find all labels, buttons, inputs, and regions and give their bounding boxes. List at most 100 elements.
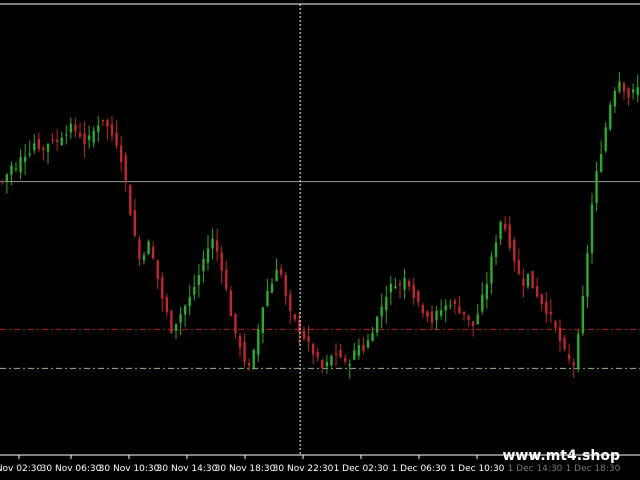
bull-candle — [444, 305, 447, 311]
bull-candle — [357, 345, 361, 356]
bull-candle — [490, 256, 493, 284]
bull-candle — [499, 221, 502, 239]
bear-candle — [417, 290, 420, 302]
bear-candle — [554, 321, 557, 328]
bull-candle — [33, 143, 36, 151]
bear-candle — [1, 181, 4, 183]
bear-candle — [540, 294, 543, 305]
bear-candle — [508, 224, 511, 248]
bull-candle — [609, 104, 612, 130]
bull-candle — [257, 329, 260, 355]
bear-candle — [362, 344, 365, 351]
bull-candle — [636, 87, 639, 95]
bear-candle — [83, 132, 86, 145]
bull-candle — [366, 340, 370, 348]
bull-candle — [92, 130, 95, 143]
bear-candle — [284, 275, 287, 297]
bear-candle — [138, 239, 141, 260]
bull-candle — [590, 204, 594, 254]
bear-candle — [110, 124, 114, 136]
bull-candle — [439, 310, 443, 316]
bull-candle — [581, 295, 585, 334]
bull-candle — [46, 143, 50, 152]
bull-candle — [435, 310, 438, 321]
price-chart[interactable]: Nov 02:3030 Nov 06:3030 Nov 10:3030 Nov … — [0, 0, 640, 480]
bear-candle — [42, 147, 45, 151]
bear-candle — [238, 335, 242, 348]
bear-candle — [225, 269, 228, 290]
time-axis-label: 30 Nov 14:30 — [157, 464, 218, 474]
bull-candle — [476, 314, 479, 324]
bear-candle — [471, 321, 475, 326]
bull-candle — [87, 135, 91, 140]
bull-candle — [613, 90, 617, 107]
bull-candle — [142, 255, 146, 261]
bull-candle — [389, 283, 393, 293]
bear-candle — [74, 124, 77, 132]
bull-candle — [586, 252, 589, 297]
bull-candle — [19, 156, 22, 173]
bear-candle — [165, 297, 169, 313]
bear-candle — [229, 290, 233, 317]
bull-candle — [14, 168, 18, 170]
bull-candle — [270, 283, 274, 293]
bull-candle — [353, 350, 356, 360]
bull-candle — [69, 123, 73, 133]
bear-candle — [156, 260, 159, 280]
bear-candle — [343, 357, 347, 362]
watermark-text: www.mt4.shop — [502, 448, 620, 464]
bear-candle — [51, 139, 54, 141]
bear-candle — [467, 315, 470, 320]
bear-candle — [567, 354, 571, 360]
bear-candle — [517, 260, 521, 274]
bull-candle — [28, 153, 31, 155]
bear-candle — [462, 311, 466, 315]
bear-candle — [398, 283, 402, 286]
bear-candle — [426, 311, 429, 317]
time-axis-label: 30 Nov 10:30 — [99, 464, 160, 474]
bull-candle — [631, 89, 635, 93]
bear-candle — [101, 119, 105, 122]
bull-candle — [371, 333, 374, 342]
bull-candle — [5, 174, 9, 182]
bull-candle — [179, 314, 182, 323]
bull-candle — [211, 238, 214, 249]
bull-candle — [252, 349, 255, 368]
bull-candle — [65, 134, 68, 136]
bear-candle — [311, 344, 315, 355]
bear-candle — [412, 284, 415, 298]
bear-candle — [289, 294, 292, 311]
bear-candle — [321, 360, 324, 368]
bull-candle — [599, 154, 603, 172]
bull-candle — [97, 125, 100, 132]
bear-candle — [115, 132, 118, 146]
bear-candle — [513, 240, 516, 262]
bull-candle — [595, 171, 598, 204]
bear-candle — [302, 330, 306, 339]
bull-candle — [526, 273, 530, 287]
bull-candle — [375, 316, 379, 333]
bull-candle — [380, 306, 383, 317]
bull-candle — [394, 286, 397, 289]
bear-candle — [522, 278, 525, 286]
time-axis-label: 1 Dec 10:30 — [450, 464, 505, 474]
bull-candle — [275, 270, 278, 281]
bear-candle — [151, 247, 155, 259]
bull-candle — [494, 242, 498, 258]
bull-candle — [10, 165, 13, 175]
bear-candle — [622, 83, 626, 92]
time-axis-label: 1 Dec 02:30 — [334, 464, 389, 474]
bull-candle — [147, 241, 150, 255]
bull-candle — [449, 305, 452, 307]
bear-candle — [407, 280, 411, 287]
bear-candle — [215, 240, 219, 252]
bear-candle — [531, 271, 534, 289]
bear-candle — [170, 310, 173, 333]
bull-candle — [60, 137, 63, 145]
bull-candle — [485, 284, 489, 300]
bull-candle — [261, 307, 265, 334]
bear-candle — [129, 185, 132, 216]
bear-candle — [430, 311, 434, 324]
bear-candle — [334, 353, 338, 355]
bear-candle — [563, 338, 566, 350]
